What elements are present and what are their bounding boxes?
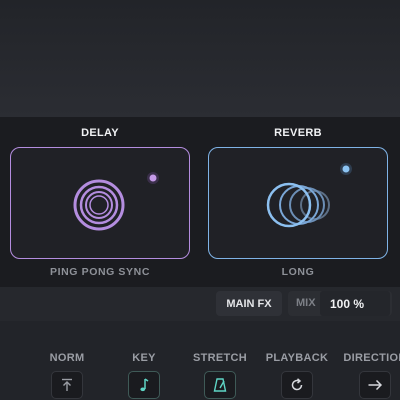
concentric-rings-icon	[73, 179, 125, 231]
reverb-card[interactable]	[208, 147, 388, 259]
metronome-icon	[213, 378, 227, 392]
loop-icon	[291, 378, 303, 391]
playback-button[interactable]	[281, 371, 313, 399]
reverb-visual	[266, 163, 352, 228]
mix-control[interactable]: MIX 100 %	[288, 291, 392, 316]
arrow-right-icon	[368, 379, 383, 391]
direction-button[interactable]	[359, 371, 391, 399]
direction-label: DIRECTION	[343, 352, 400, 364]
mix-row: MAIN FX MIX 100 %	[0, 287, 400, 321]
delay-mode[interactable]: PING PONG SYNC	[40, 266, 160, 278]
mix-value-field[interactable]: 100 %	[320, 291, 390, 316]
norm-button[interactable]	[51, 371, 83, 399]
stretch-label: STRETCH	[192, 352, 248, 364]
delay-visual	[73, 172, 159, 231]
key-button[interactable]	[128, 371, 160, 399]
main-fx-button[interactable]: MAIN FX	[216, 291, 282, 316]
mix-label: MIX	[296, 297, 316, 309]
norm-label: NORM	[49, 352, 85, 364]
controls-bar: NORM KEY STRETCH PLAYBACK DIRECTION	[0, 321, 400, 400]
reverb-mode[interactable]: LONG	[238, 266, 358, 278]
overlapping-rings-icon	[266, 182, 330, 228]
upload-arrow-icon	[62, 378, 72, 391]
stretch-button[interactable]	[204, 371, 236, 399]
music-note-icon	[140, 378, 149, 392]
playback-label: PLAYBACK	[265, 352, 329, 364]
key-label: KEY	[132, 352, 156, 364]
delay-card[interactable]	[10, 147, 190, 259]
delay-title: DELAY	[81, 127, 119, 139]
fx-panel: DELAY REVERB PING PONG SYNC LONG	[0, 117, 400, 287]
reverb-title: REVERB	[274, 127, 322, 139]
top-area	[0, 0, 400, 117]
